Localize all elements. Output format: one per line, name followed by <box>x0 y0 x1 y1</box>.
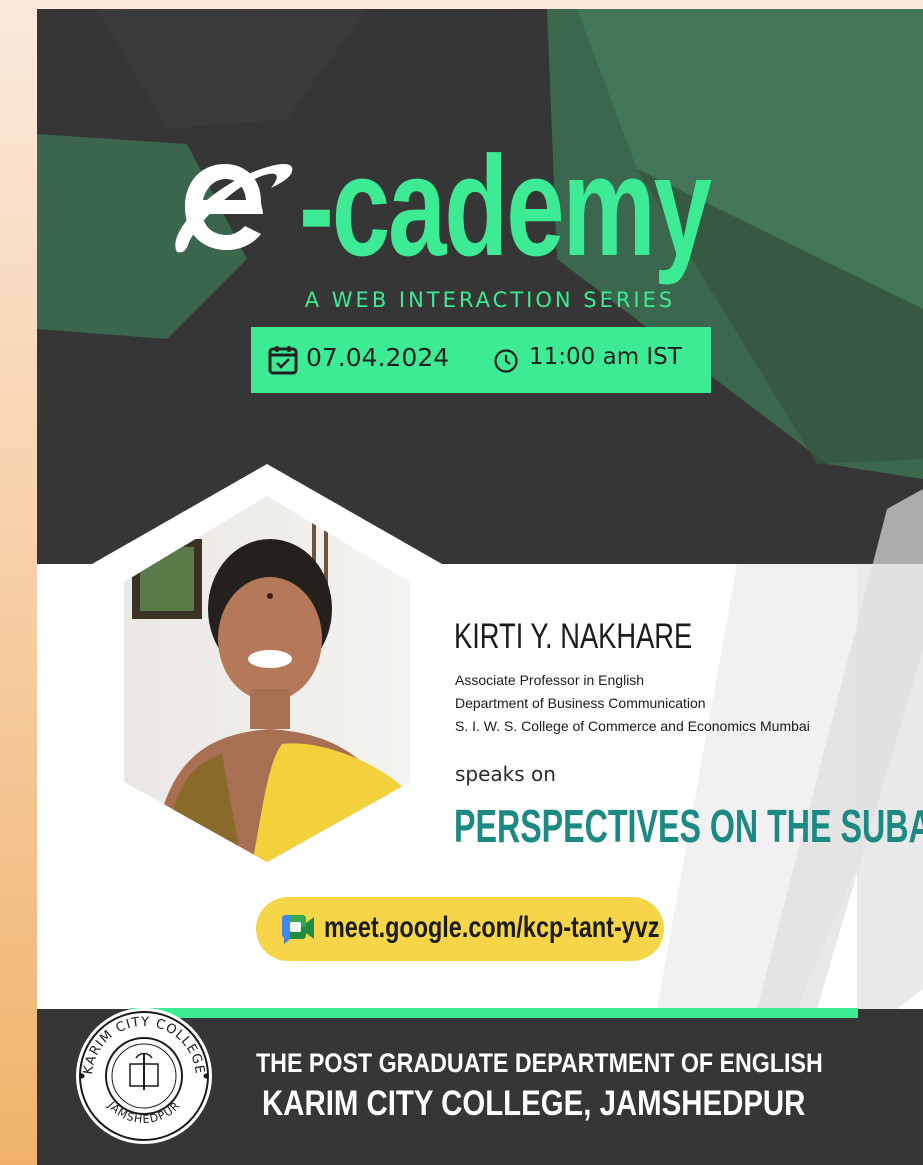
date-time-banner: 07.04.2024 11:00 am IST <box>251 327 711 393</box>
speaker-name: KIRTI Y. NAKHARE <box>454 617 693 656</box>
divider-bar <box>130 1008 858 1018</box>
event-time: 11:00 am IST <box>529 344 682 370</box>
department-name: THE POST GRADUATE DEPARTMENT OF ENGLISH <box>256 1048 823 1078</box>
clock-icon <box>494 349 518 373</box>
google-meet-icon <box>282 915 314 944</box>
college-name: KARIM CITY COLLEGE, JAMSHEDPUR <box>262 1084 806 1123</box>
speaker-institution: S. I. W. S. College of Commerce and Econ… <box>455 718 810 734</box>
event-date: 07.04.2024 <box>306 343 450 372</box>
speaker-photo <box>92 464 442 864</box>
speaks-on-label: speaks on <box>455 762 556 786</box>
brand-wordmark: -cademy <box>299 127 712 286</box>
speaker-title: Associate Professor in English <box>455 672 645 688</box>
event-poster: -cademy A WEB INTERACTION SERIES 07.04.2… <box>37 9 923 1165</box>
speaker-department: Department of Business Communication <box>455 695 706 711</box>
meeting-url[interactable]: meet.google.com/kcp-tant-yvz <box>324 911 659 945</box>
meeting-link[interactable]: meet.google.com/kcp-tant-yvz <box>256 897 664 961</box>
calendar-icon <box>268 346 298 375</box>
series-subtitle: A WEB INTERACTION SERIES <box>304 288 676 312</box>
e-logo-icon <box>175 163 293 253</box>
college-seal-icon: KARIM CITY COLLEGE JAMSHEDPUR <box>76 1008 212 1144</box>
talk-topic: PERSPECTIVES ON THE SUBALTERN <box>454 800 923 852</box>
